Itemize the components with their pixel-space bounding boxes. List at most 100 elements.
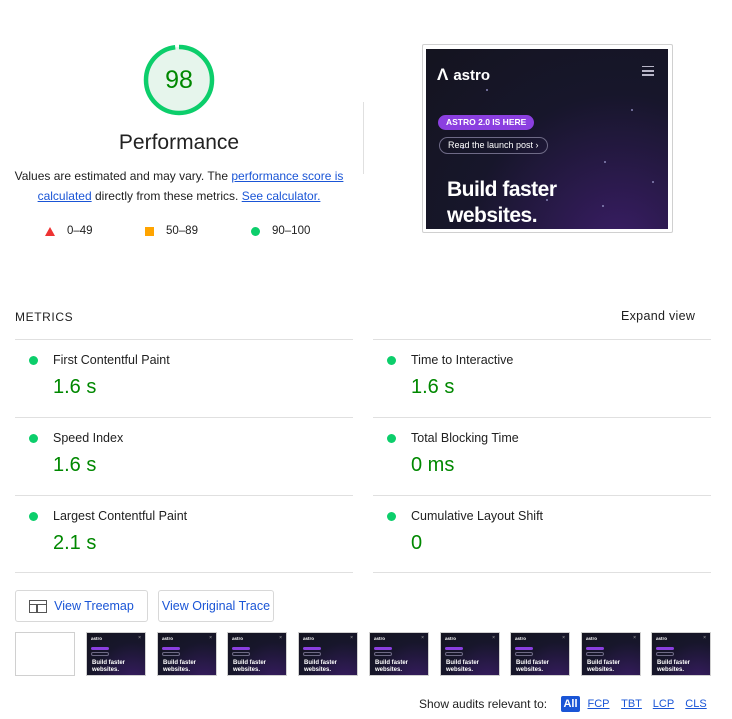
astro-logo: Λ astro [437,65,490,85]
metric-speed-index: Speed Index 1.6 s [15,417,353,495]
average-square-icon [145,226,154,236]
expand-view-toggle[interactable]: Expand view [621,309,695,323]
view-treemap-label: View Treemap [54,599,134,613]
metrics-header: METRICS [15,310,74,324]
final-screenshot[interactable]: Λ astro ASTRO 2.0 IS HERE Read the launc… [426,49,668,229]
metric-label: Speed Index [53,431,124,445]
score-description: Values are estimated and may vary. The p… [14,166,344,206]
metric-largest-contentful-paint: Largest Contentful Paint 2.1 s [15,495,353,573]
legend-pass-range: 90–100 [272,225,311,237]
launch-post-link: Read the launch post › [439,137,548,154]
frame-link [445,652,463,656]
audit-filter-tbt[interactable]: TBT [620,696,643,712]
frame-logo: astro [374,636,386,641]
pass-circle-icon [387,512,396,521]
frame-close-icon: × [421,635,424,641]
frame-headline-line2: websites. [163,667,191,673]
metric-value: 1.6 s [53,376,97,398]
metric-value: 1.6 s [53,454,97,476]
frame-headline-line1: Build faster [375,660,409,666]
filmstrip-frame: astro × Build faster websites. [227,632,287,676]
metric-time-to-interactive: Time to Interactive 1.6 s [373,339,711,417]
star-dot [604,161,606,163]
frame-pill [586,647,604,650]
frame-headline-line2: websites. [233,667,261,673]
frame-logo: astro [91,636,103,641]
frame-headline-line1: Build faster [587,660,621,666]
hero-headline-line1: Build faster [447,178,557,201]
metric-value: 0 [411,532,423,554]
frame-close-icon: × [492,635,495,641]
frame-headline: Build faster websites. [587,660,620,674]
pass-circle-icon [29,434,38,443]
frame-headline-line1: Build faster [446,660,480,666]
metric-value: 1.6 s [411,376,455,398]
frame-headline: Build faster websites. [92,660,125,674]
filmstrip-frame: astro × Build faster websites. [510,632,570,676]
frame-headline-line2: websites. [446,667,474,673]
filmstrip-frame: astro × Build faster websites. [157,632,217,676]
description-text-2: directly from these metrics. [91,189,242,203]
filmstrip-frame: astro × Build faster websites. [369,632,429,676]
audit-filter-fcp[interactable]: FCP [587,696,610,712]
frame-headline-line1: Build faster [233,660,267,666]
audit-filter-label: Show audits relevant to: [419,697,548,711]
audit-filter-all[interactable]: All [561,696,580,712]
metric-value: 0 ms [411,454,455,476]
frame-pill [656,647,674,650]
view-original-trace-button[interactable]: View Original Trace [158,590,274,622]
frame-headline: Build faster websites. [446,660,479,674]
hero-headline: Build faster websites. [447,177,557,229]
metric-label: First Contentful Paint [53,353,170,367]
frame-logo: astro [303,636,315,641]
frame-link [586,652,604,656]
legend-fail-range: 0–49 [67,225,93,237]
frame-headline-line2: websites. [375,667,403,673]
frame-link [232,652,250,656]
pass-circle-icon [29,512,38,521]
hero-headline-line2: websites. [447,204,538,227]
pass-circle-icon [387,356,396,365]
metric-first-contentful-paint: First Contentful Paint 1.6 s [15,339,353,417]
frame-close-icon: × [350,635,353,641]
filmstrip-frame: astro × Build faster websites. [298,632,358,676]
frame-headline-line1: Build faster [92,660,126,666]
frame-pill [232,647,250,650]
frame-headline-line1: Build faster [657,660,691,666]
frame-headline: Build faster websites. [163,660,196,674]
legend-average: 50–89 [145,224,198,238]
frame-link [374,652,392,656]
legend-fail: 0–49 [45,224,93,238]
description-text: Values are estimated and may vary. The [14,169,232,183]
frame-logo: astro [515,636,527,641]
frame-logo: astro [232,636,244,641]
astro-logo-text: astro [453,66,491,84]
filmstrip-frame: astro × Build faster websites. [86,632,146,676]
frame-close-icon: × [633,635,636,641]
view-treemap-button[interactable]: View Treemap [15,590,148,622]
audit-filter-cls[interactable]: CLS [684,696,708,712]
frame-close-icon: × [209,635,212,641]
audit-filter-lcp[interactable]: LCP [652,696,675,712]
frame-headline: Build faster websites. [233,660,266,674]
frame-close-icon: × [562,635,565,641]
frame-link [91,652,109,656]
frame-logo: astro [586,636,598,641]
frame-close-icon: × [138,635,141,641]
legend-pass: 90–100 [251,224,310,238]
view-original-trace-label: View Original Trace [161,599,271,613]
filmstrip-frame: astro × Build faster websites. [581,632,641,676]
star-dot [602,205,604,207]
frame-headline-line1: Build faster [304,660,338,666]
pass-circle-icon [251,226,260,236]
metric-total-blocking-time: Total Blocking Time 0 ms [373,417,711,495]
metric-label: Total Blocking Time [411,431,519,445]
calculator-link[interactable]: See calculator. [242,189,321,203]
frame-headline: Build faster websites. [516,660,549,674]
metric-label: Cumulative Layout Shift [411,509,544,523]
frame-headline-line2: websites. [657,667,685,673]
frame-logo: astro [162,636,174,641]
frame-pill [374,647,392,650]
category-title: Performance [118,131,240,154]
fail-triangle-icon [45,226,55,236]
